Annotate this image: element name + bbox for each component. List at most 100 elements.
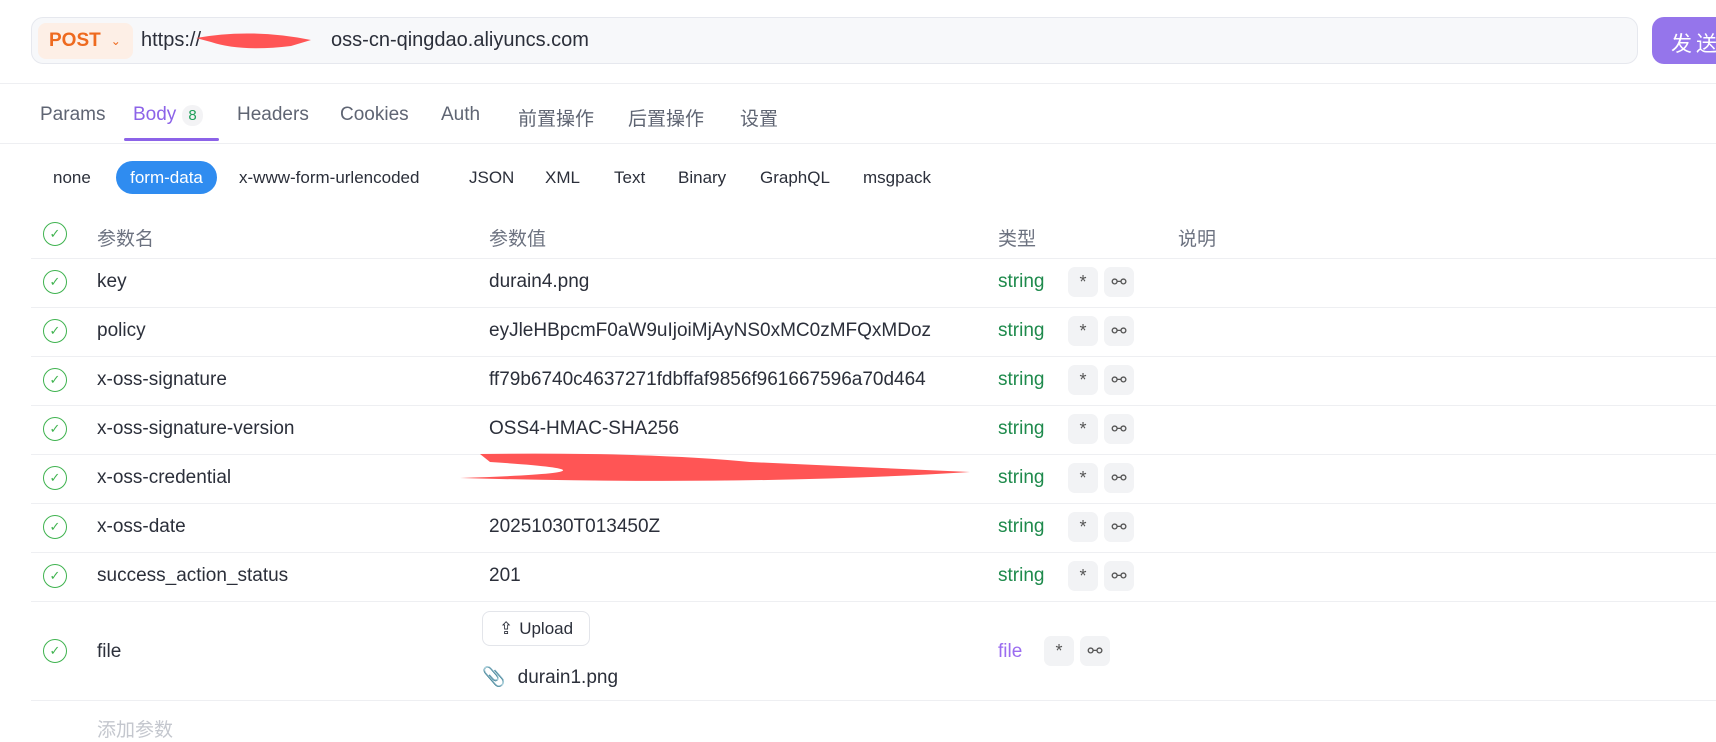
tab-body[interactable]: Body 8 — [133, 104, 203, 126]
required-toggle-icon[interactable]: * — [1044, 636, 1074, 666]
settings-toggle-icon[interactable]: ⚯ — [1080, 636, 1110, 666]
row-divider — [31, 258, 1716, 259]
header-name: 参数名 — [97, 229, 155, 250]
body-type-form-data[interactable]: form-data — [116, 161, 217, 194]
param-value[interactable]: durain4.png — [489, 271, 959, 293]
required-toggle-icon[interactable]: * — [1068, 414, 1098, 444]
param-type[interactable]: string — [998, 467, 1044, 489]
upload-button[interactable]: ⇪ Upload — [482, 611, 590, 646]
settings-toggle-icon[interactable]: ⚯ — [1104, 267, 1134, 297]
param-type[interactable]: string — [998, 320, 1044, 342]
body-type-binary[interactable]: Binary — [678, 168, 726, 188]
method-label: POST — [49, 30, 101, 51]
tab-body-label: Body — [133, 104, 177, 125]
row-checkbox[interactable]: ✓ — [43, 564, 67, 588]
check-icon: ✓ — [49, 323, 61, 338]
required-toggle-icon[interactable]: * — [1068, 365, 1098, 395]
param-name[interactable]: success_action_status — [97, 565, 288, 587]
row-checkbox[interactable]: ✓ — [43, 319, 67, 343]
paperclip-icon: 📎 — [482, 667, 506, 688]
check-icon: ✓ — [49, 372, 61, 387]
header-value: 参数值 — [489, 229, 547, 250]
body-type-text[interactable]: Text — [614, 168, 645, 188]
chevron-down-icon: ⌄ — [110, 34, 121, 48]
row-checkbox[interactable]: ✓ — [43, 515, 67, 539]
row-checkbox[interactable]: ✓ — [43, 368, 67, 392]
add-param-input[interactable]: 添加参数 — [97, 715, 173, 742]
tab-auth[interactable]: Auth — [441, 104, 480, 126]
file-name: durain1.png — [517, 667, 619, 688]
body-count-badge: 8 — [182, 105, 203, 126]
body-type-none[interactable]: none — [53, 168, 91, 188]
row-checkbox[interactable]: ✓ — [43, 639, 67, 663]
body-type-msgpack[interactable]: msgpack — [863, 168, 931, 188]
required-toggle-icon[interactable]: * — [1068, 561, 1098, 591]
active-tab-indicator — [124, 138, 219, 141]
check-icon: ✓ — [49, 643, 61, 658]
param-value[interactable]: eyJleHBpcmF0aW9uIjoiMjAyNS0xMC0zMFQxMDoz — [489, 320, 959, 342]
row-checkbox[interactable]: ✓ — [43, 466, 67, 490]
param-type[interactable]: string — [998, 516, 1044, 538]
body-type-graphql[interactable]: GraphQL — [760, 168, 830, 188]
param-name[interactable]: x-oss-signature-version — [97, 418, 294, 440]
body-type-xml[interactable]: XML — [545, 168, 580, 188]
param-value[interactable]: ff79b6740c4637271fdbffaf9856f961667596a7… — [489, 369, 959, 391]
param-type[interactable]: file — [998, 641, 1022, 663]
row-divider — [31, 356, 1716, 357]
param-name[interactable]: policy — [97, 320, 146, 342]
required-toggle-icon[interactable]: * — [1068, 463, 1098, 493]
check-icon: ✓ — [49, 519, 61, 534]
select-all-checkbox[interactable]: ✓ — [43, 222, 67, 246]
header-desc: 说明 — [1178, 229, 1217, 250]
settings-toggle-icon[interactable]: ⚯ — [1104, 463, 1134, 493]
tab-params[interactable]: Params — [40, 104, 105, 126]
settings-toggle-icon[interactable]: ⚯ — [1104, 512, 1134, 542]
param-type[interactable]: string — [998, 271, 1044, 293]
row-divider — [31, 700, 1716, 701]
check-icon: ✓ — [49, 470, 61, 485]
param-value[interactable]: 20251030T013450Z — [489, 516, 959, 538]
param-value[interactable]: 201 — [489, 565, 959, 587]
param-name[interactable]: x-oss-signature — [97, 369, 227, 391]
url-host: oss-cn-qingdao.aliyuncs.com — [331, 29, 589, 51]
check-icon: ✓ — [49, 226, 61, 241]
param-name[interactable]: file — [97, 641, 121, 663]
settings-toggle-icon[interactable]: ⚯ — [1104, 561, 1134, 591]
param-value[interactable]: OSS4-HMAC-SHA256 — [489, 418, 959, 440]
header-type: 类型 — [998, 229, 1037, 250]
settings-toggle-icon[interactable]: ⚯ — [1104, 414, 1134, 444]
param-type[interactable]: string — [998, 565, 1044, 587]
param-type[interactable]: string — [998, 418, 1044, 440]
send-button[interactable]: 发送 — [1652, 17, 1716, 64]
row-divider — [31, 552, 1716, 553]
tab-headers[interactable]: Headers — [237, 104, 309, 126]
check-icon: ✓ — [49, 568, 61, 583]
check-icon: ✓ — [49, 274, 61, 289]
row-checkbox[interactable]: ✓ — [43, 417, 67, 441]
param-name[interactable]: key — [97, 271, 127, 293]
redaction-scribble — [460, 453, 970, 481]
row-divider — [31, 601, 1716, 602]
tab-post-script[interactable]: 后置操作 — [628, 104, 704, 131]
row-divider — [31, 405, 1716, 406]
tab-pre-script[interactable]: 前置操作 — [518, 104, 594, 131]
row-checkbox[interactable]: ✓ — [43, 270, 67, 294]
check-icon: ✓ — [49, 421, 61, 436]
required-toggle-icon[interactable]: * — [1068, 267, 1098, 297]
param-name[interactable]: x-oss-date — [97, 516, 186, 538]
divider — [0, 83, 1716, 84]
required-toggle-icon[interactable]: * — [1068, 512, 1098, 542]
tab-settings[interactable]: 设置 — [740, 104, 778, 131]
tab-cookies[interactable]: Cookies — [340, 104, 409, 126]
param-name[interactable]: x-oss-credential — [97, 467, 231, 489]
url-input[interactable]: https://oss-cn-qingdao.aliyuncs.com — [141, 29, 589, 52]
method-select[interactable]: POST ⌄ — [38, 23, 133, 59]
param-type[interactable]: string — [998, 369, 1044, 391]
row-divider — [31, 307, 1716, 308]
body-type-urlencoded[interactable]: x-www-form-urlencoded — [239, 168, 419, 188]
settings-toggle-icon[interactable]: ⚯ — [1104, 365, 1134, 395]
required-toggle-icon[interactable]: * — [1068, 316, 1098, 346]
body-type-json[interactable]: JSON — [469, 168, 514, 188]
settings-toggle-icon[interactable]: ⚯ — [1104, 316, 1134, 346]
url-bar[interactable]: POST ⌄ https://oss-cn-qingdao.aliyuncs.co… — [31, 17, 1638, 64]
